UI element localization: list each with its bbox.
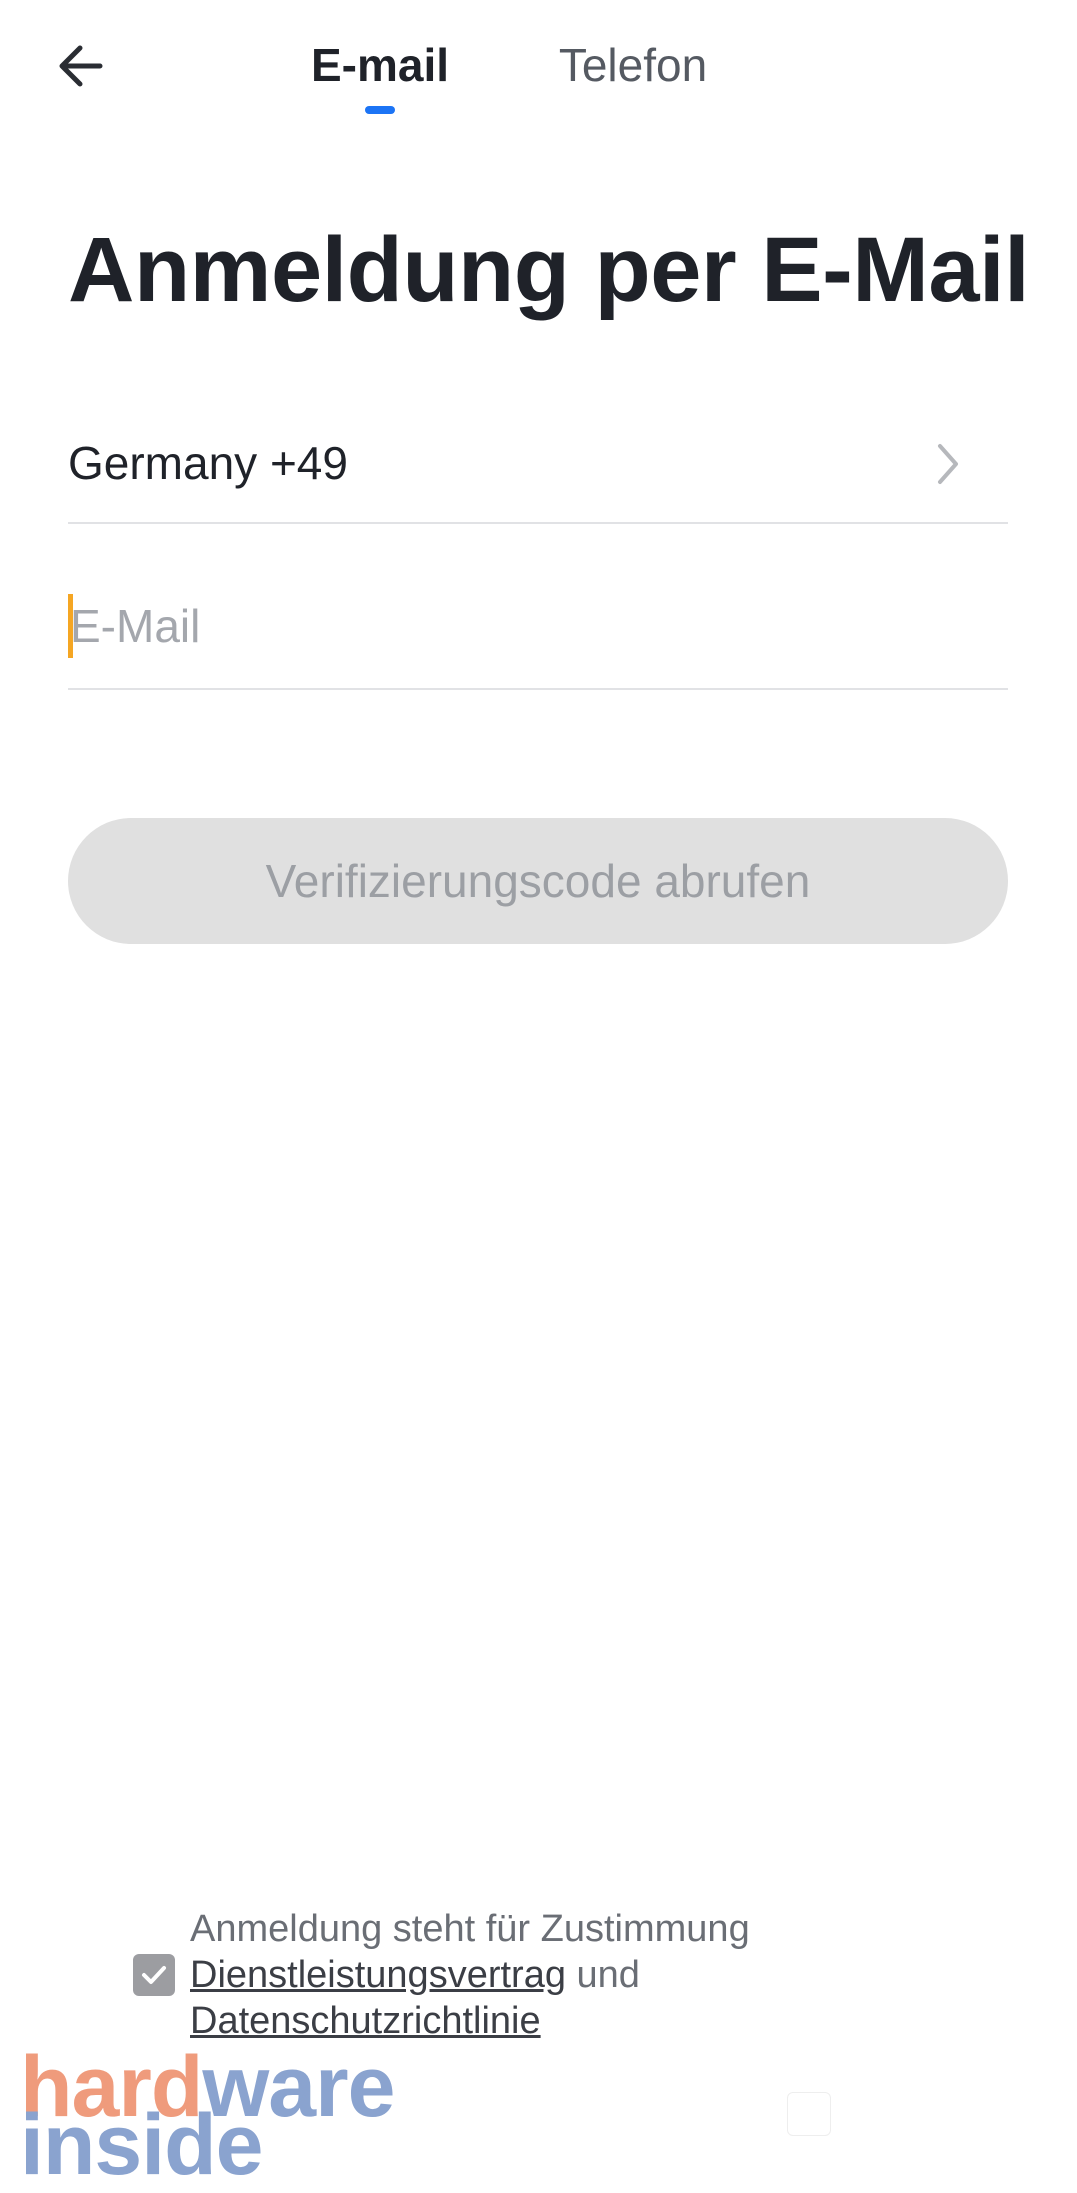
watermark-line-2: inside [20,2097,264,2193]
email-input[interactable] [68,588,1000,664]
back-button[interactable] [52,36,112,96]
consent-conjunction: und [576,1954,640,1996]
privacy-link[interactable]: Datenschutzrichtlinie [190,2000,541,2042]
terms-link[interactable]: Dienstleistungsvertrag [190,1954,566,1996]
arrow-left-icon [59,45,103,87]
get-verification-code-button[interactable]: Verifizierungscode abrufen [68,818,1008,944]
page-title: Anmeldung per E-Mail [68,219,1030,321]
active-tab-indicator [365,106,395,114]
tab-email[interactable]: E-mail [310,38,450,92]
nav-square-indicator [787,2092,831,2136]
consent-prefix: Anmeldung steht für Zustimmung [190,1908,750,1950]
watermark-logo: hardware inside [20,2044,540,2188]
consent-text: Anmeldung steht für Zustimmung Dienstlei… [190,1906,950,2044]
email-field-container [68,580,1008,690]
checkmark-icon [142,1966,166,1984]
chevron-right-icon [938,444,958,484]
consent-checkbox[interactable] [133,1954,175,1996]
country-label: Germany +49 [68,437,348,489]
tab-phone[interactable]: Telefon [548,38,718,92]
country-selector[interactable]: Germany +49 [68,412,1008,524]
text-caret [68,594,73,658]
